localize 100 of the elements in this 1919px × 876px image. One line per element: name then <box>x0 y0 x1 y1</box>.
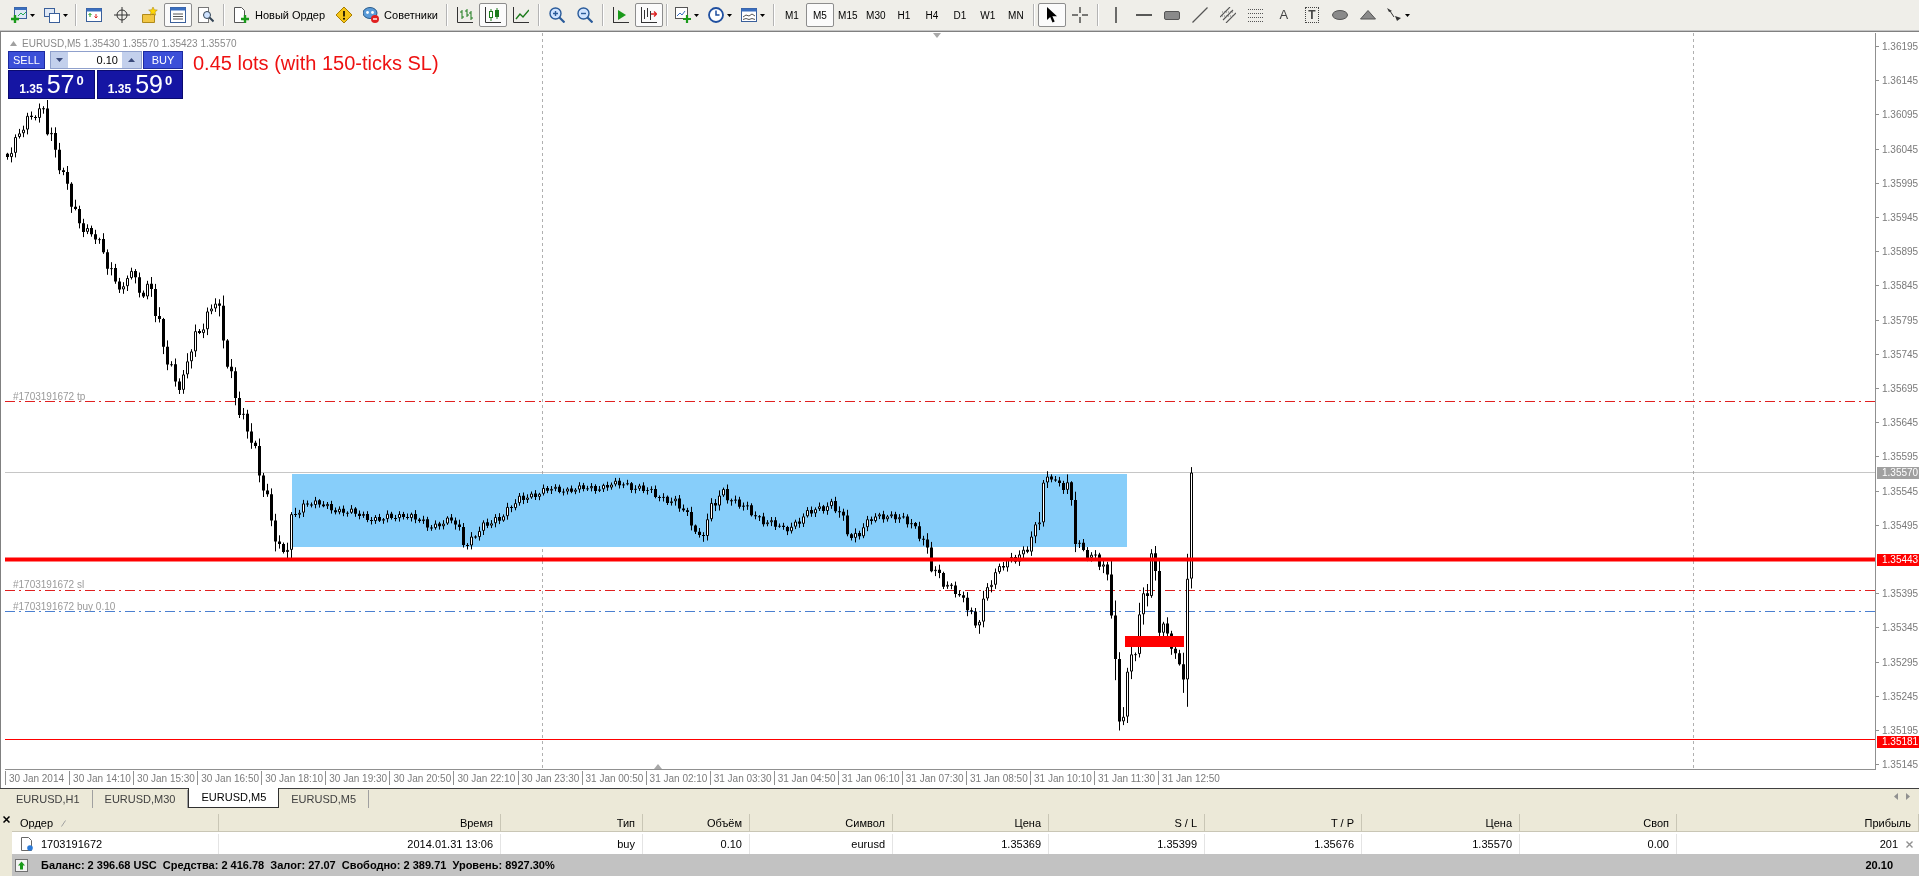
timeframe-button[interactable]: M30 <box>861 3 890 27</box>
price-tag: 1.35181 <box>1877 736 1919 748</box>
timeframe-button[interactable]: MN <box>1001 3 1030 27</box>
column-header[interactable]: Своп <box>1520 814 1677 832</box>
star-folder-icon <box>142 7 158 23</box>
price-label: 1.35895 <box>1876 246 1919 258</box>
rectangle-icon <box>1163 10 1180 20</box>
time-label: 30 Jan 16:50 <box>197 771 259 785</box>
time-label: 31 Jan 12:50 <box>1158 771 1220 785</box>
marker-rectangle <box>1125 636 1184 647</box>
timeframe-button[interactable]: H1 <box>889 3 918 27</box>
robot-stop-icon <box>363 7 380 23</box>
order-line-label: #1703191672 buy 0.10 <box>13 601 116 613</box>
account-summary: Баланс: 2 396.68 USC Средства: 2 416.78 Залог: 27.07 Свободно: 2 389.71 Уровень: 8927.30% <box>41 857 555 873</box>
total-profit: 20.10 <box>1865 857 1893 873</box>
column-header[interactable]: T / P <box>1205 814 1362 832</box>
time-label: 30 Jan 2014 <box>5 771 65 785</box>
chart-tab[interactable]: EURUSD,H1 <box>4 790 93 808</box>
timeframe-button[interactable]: H4 <box>917 3 946 27</box>
caret-up-icon <box>128 58 135 62</box>
triangle-icon <box>1359 10 1376 20</box>
caret-icon <box>29 13 35 17</box>
crosshair-circle-icon <box>114 7 130 23</box>
price-label: 1.36095 <box>1876 109 1919 121</box>
volume-field[interactable]: 0.10 <box>68 52 122 68</box>
caret-icon <box>727 13 733 17</box>
price-label: 1.35645 <box>1876 417 1919 429</box>
price-label: 1.36195 <box>1876 41 1919 52</box>
sell-button[interactable]: SELL <box>8 51 45 69</box>
new-order-button[interactable]: Новый Ордер <box>228 3 331 27</box>
time-label: 31 Jan 07:30 <box>901 771 964 785</box>
candle-chart-button[interactable] <box>478 3 507 27</box>
table-cell-text: 201 <box>1879 836 1898 852</box>
price-label: 1.36145 <box>1876 75 1919 87</box>
timeframe-button[interactable]: M5 <box>805 3 834 27</box>
price-label: 1.35395 <box>1876 588 1919 600</box>
column-header[interactable]: Цена <box>1362 814 1520 832</box>
timeframe-button[interactable]: M15 <box>833 3 862 27</box>
vertical-line-icon <box>1114 7 1117 23</box>
column-header[interactable]: Ордер <box>12 814 219 832</box>
order-line-label: #1703191672 tp <box>13 391 86 403</box>
triangle-marker-icon <box>654 764 662 769</box>
crosshair-icon <box>1071 7 1088 23</box>
caret-icon <box>760 13 766 17</box>
up-arrow-icon <box>15 858 28 872</box>
chart-tab[interactable]: EURUSD,M5 <box>188 788 280 808</box>
price-label: 1.35595 <box>1876 451 1919 463</box>
time-label: 31 Jan 03:30 <box>709 771 772 785</box>
table-cell-text: 1703191672 <box>41 836 103 852</box>
price-label: 1.35195 <box>1876 725 1919 736</box>
column-header[interactable]: S / L <box>1049 814 1205 832</box>
autoscroll-button[interactable] <box>634 3 663 27</box>
column-header[interactable]: Прибыль <box>1677 814 1919 832</box>
column-header[interactable]: Тип <box>501 814 643 832</box>
price-label: 1.35695 <box>1876 383 1919 394</box>
trendline-icon <box>1191 7 1208 23</box>
zoom-in-icon <box>548 7 565 23</box>
caret-icon <box>1405 13 1411 17</box>
chart-tab[interactable]: EURUSD,M5 <box>279 790 370 808</box>
chart-window-icon <box>741 7 758 23</box>
chart-comment: 0.45 lots (with 150-ticks SL) <box>193 51 439 75</box>
triangle-marker-icon <box>933 33 941 38</box>
clock-icon <box>708 7 725 23</box>
timeframe-button[interactable]: M1 <box>777 3 806 27</box>
terminal-button[interactable] <box>164 3 192 27</box>
price-label: 1.36045 <box>1876 143 1919 155</box>
time-label: 30 Jan 19:30 <box>325 771 388 785</box>
buy-button[interactable]: BUY <box>143 51 183 69</box>
time-label: 30 Jan 14:10 <box>69 771 131 785</box>
ohlc-bars-icon <box>456 7 473 23</box>
scroll-right-icon[interactable] <box>1906 793 1910 800</box>
time-label: 31 Jan 10:10 <box>1030 771 1092 785</box>
price-label: 1.35945 <box>1876 212 1919 223</box>
time-label: 31 Jan 04:50 <box>773 771 836 785</box>
line-chart-icon <box>512 7 529 23</box>
ellipse-icon <box>1331 10 1348 20</box>
column-header[interactable]: Цена <box>893 814 1049 832</box>
column-header[interactable]: Время <box>219 814 501 832</box>
timeframe-button[interactable]: D1 <box>945 3 974 27</box>
bars-arrow-icon <box>640 7 657 23</box>
time-label: 31 Jan 00:50 <box>581 771 644 785</box>
text-tool-button[interactable]: T <box>1297 3 1326 27</box>
scroll-left-icon[interactable] <box>1894 793 1898 800</box>
triangle-up-icon[interactable] <box>10 41 17 46</box>
window-arrows-icon <box>86 7 102 23</box>
zoom-out-icon <box>576 7 593 23</box>
column-header[interactable]: Объём <box>643 814 750 832</box>
warning-icon <box>336 7 353 23</box>
cursor-button[interactable] <box>1037 3 1066 27</box>
price-label: 1.35295 <box>1876 656 1919 668</box>
caret-icon <box>694 13 700 17</box>
text-tool-button[interactable]: A <box>1269 3 1298 27</box>
timeframe-button[interactable]: W1 <box>973 3 1002 27</box>
order-line-label: #1703191672 sl <box>13 579 85 591</box>
expert-advisors-button[interactable]: Советники <box>358 3 443 27</box>
price-label: 1.35245 <box>1876 690 1919 702</box>
column-header[interactable]: Символ <box>750 814 893 832</box>
magnifier-document-icon <box>198 7 214 23</box>
horizontal-line-icon <box>1135 14 1152 16</box>
close-icon[interactable] <box>2 816 10 823</box>
